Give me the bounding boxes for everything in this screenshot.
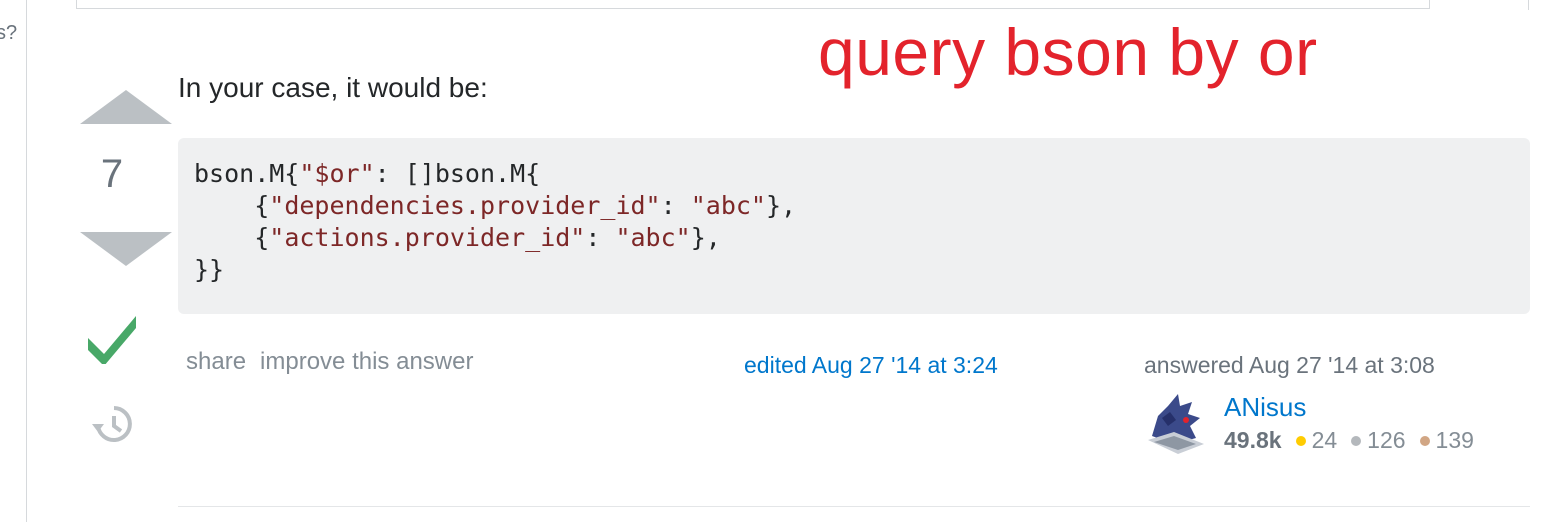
answer-intro: In your case, it would be: <box>178 72 488 103</box>
history-icon[interactable] <box>90 402 134 446</box>
answered-timestamp: answered Aug 27 '14 at 3:08 <box>1144 352 1435 378</box>
annotation-overlay: query bson by or <box>818 15 1318 89</box>
vote-count: 7 <box>100 152 124 196</box>
silver-badge-count: 126 <box>1367 427 1406 453</box>
gold-badge-icon <box>1295 435 1306 446</box>
post-menu: share improve this answer <box>186 348 487 376</box>
right-divider <box>1528 0 1529 10</box>
downvote-button[interactable] <box>80 232 172 266</box>
code-line-3: {"actions.provider_id": "abc"}, <box>194 223 721 252</box>
accepted-checkmark-icon <box>88 316 136 364</box>
left-cut-text: s? <box>0 22 18 44</box>
code-block: bson.M{"$or": []bson.M{ {"dependencies.p… <box>178 138 1530 314</box>
bronze-badge-icon <box>1419 435 1430 446</box>
code-line-1: bson.M{"$or": []bson.M{ <box>194 159 541 188</box>
improve-answer-link[interactable]: improve this answer <box>260 348 473 375</box>
code-line-2: {"dependencies.provider_id": "abc"}, <box>194 191 797 220</box>
edited-link[interactable]: edited Aug 27 '14 at 3:24 <box>744 352 998 379</box>
answer-divider <box>178 506 1530 507</box>
left-divider <box>26 0 27 522</box>
gold-badge-count: 24 <box>1311 427 1338 453</box>
user-avatar[interactable] <box>1144 392 1208 456</box>
upvote-button[interactable] <box>80 90 172 124</box>
bronze-badge-count: 139 <box>1435 427 1474 453</box>
code-line-4: }} <box>194 255 225 284</box>
silver-badge-icon <box>1351 435 1362 446</box>
user-name-link[interactable]: ANisus <box>1224 392 1306 423</box>
user-stats: 49.8k 24 126 139 <box>1224 427 1488 454</box>
share-link[interactable]: share <box>186 348 246 375</box>
previous-answer-border <box>76 0 1430 9</box>
reputation-score: 49.8k <box>1224 427 1282 453</box>
